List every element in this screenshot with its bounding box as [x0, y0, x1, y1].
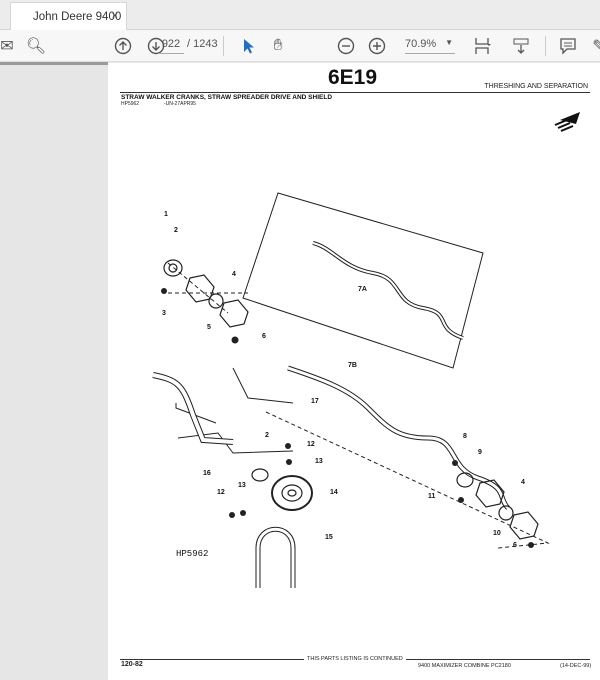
- fit-page-icon[interactable]: [472, 35, 494, 57]
- previous-page-icon[interactable]: [112, 35, 134, 57]
- callout: 4: [521, 479, 525, 486]
- parts-diagram: [152, 112, 580, 588]
- callout: 7B: [348, 362, 357, 369]
- toolbar: ✉ 🔍︎ 922 / 1243 ✋︎ 70.9% ▼ ✎: [0, 30, 600, 62]
- callout: 6: [262, 333, 266, 340]
- page-number-input[interactable]: 922: [158, 36, 184, 54]
- page-footer-left: 120-82: [121, 661, 143, 668]
- callout: 13: [238, 482, 246, 489]
- callout: 11: [428, 493, 436, 500]
- comment-icon[interactable]: [557, 35, 579, 57]
- callout: 2: [174, 227, 178, 234]
- continued-note: THIS PARTS LISTING IS CONTINUED: [304, 656, 406, 662]
- page-footer-date: (14-DEC-99): [560, 663, 592, 669]
- zoom-value: 70.9%: [405, 38, 437, 50]
- direction-arrow-icon: [554, 112, 580, 132]
- callout: 6: [513, 542, 517, 549]
- callout: 8: [463, 433, 467, 440]
- zoom-out-icon[interactable]: [335, 35, 357, 57]
- callout: 5: [207, 324, 211, 331]
- pdf-page: 6E19 THRESHING AND SEPARATION STRAW WALK…: [108, 63, 600, 680]
- callout: 13: [315, 458, 323, 465]
- scroll-mode-icon[interactable]: [510, 35, 532, 57]
- callout: 7A: [358, 286, 367, 293]
- callout: 1: [164, 211, 168, 218]
- zoom-in-icon[interactable]: [366, 35, 388, 57]
- chevron-down-icon: ▼: [445, 38, 453, 47]
- page-total: / 1243: [187, 38, 218, 50]
- callout: 4: [232, 271, 236, 278]
- tab-bar: John Deere 9400 ... ×: [0, 0, 600, 35]
- figure-label: HP5962: [176, 549, 209, 559]
- page-footer-right: 9400 MAXIMIZER COMBINE PC2180: [418, 663, 511, 669]
- scroll-progress: [0, 62, 108, 65]
- callout: 16: [203, 470, 211, 477]
- email-icon[interactable]: ✉: [0, 35, 18, 57]
- callout: 17: [311, 398, 319, 405]
- zoom-level-select[interactable]: 70.9% ▼: [405, 36, 455, 54]
- pen-icon[interactable]: ✎: [588, 35, 600, 57]
- callout: 9: [478, 449, 482, 456]
- close-tab-icon[interactable]: ×: [112, 10, 118, 22]
- callout: 10: [493, 530, 501, 537]
- select-cursor-icon[interactable]: [237, 35, 259, 57]
- hand-tool-icon[interactable]: ✋︎: [267, 35, 289, 57]
- document-tab[interactable]: John Deere 9400 ... ×: [10, 2, 127, 35]
- callout: 15: [325, 534, 333, 541]
- crank-7a-box: [242, 192, 484, 369]
- navigation-pane: [0, 62, 108, 680]
- callout: 3: [162, 310, 166, 317]
- search-icon[interactable]: 🔍︎: [25, 35, 47, 57]
- callout: 2: [265, 432, 269, 439]
- callout: 12: [217, 489, 225, 496]
- callout: 12: [307, 441, 315, 448]
- callout: 14: [330, 489, 338, 496]
